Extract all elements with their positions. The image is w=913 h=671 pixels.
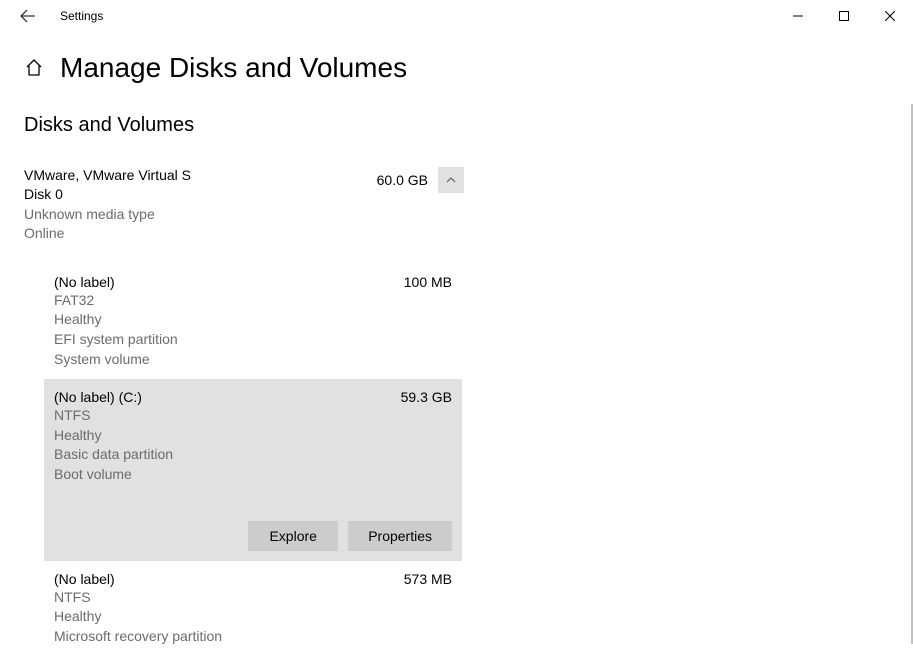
maximize-icon bbox=[839, 11, 849, 21]
volume-list: (No label) 100 MB FAT32 Healthy EFI syst… bbox=[24, 264, 464, 657]
volume-item[interactable]: (No label) (C:) 59.3 GB NTFS Healthy Bas… bbox=[44, 379, 462, 560]
volume-actions: Explore Properties bbox=[54, 521, 452, 551]
page-content: Manage Disks and Volumes Disks and Volum… bbox=[0, 32, 910, 671]
window-title: Settings bbox=[60, 9, 103, 23]
volume-meta: NTFS Healthy Microsoft recovery partitio… bbox=[54, 588, 452, 647]
volume-ptype: Microsoft recovery partition bbox=[54, 627, 452, 647]
back-button[interactable] bbox=[8, 0, 48, 32]
volume-name: (No label) bbox=[54, 274, 115, 290]
volume-meta: NTFS Healthy Basic data partition Boot v… bbox=[54, 406, 452, 484]
explore-button[interactable]: Explore bbox=[248, 521, 338, 551]
volume-fs: NTFS bbox=[54, 588, 452, 608]
disk-meta: Disk 0 Unknown media type Online bbox=[24, 185, 377, 244]
volume-size: 59.3 GB bbox=[401, 389, 452, 405]
volume-health: Healthy bbox=[54, 607, 452, 627]
maximize-button[interactable] bbox=[821, 0, 867, 32]
volume-ptype: EFI system partition bbox=[54, 330, 452, 350]
window-controls bbox=[775, 0, 913, 32]
minimize-icon bbox=[793, 11, 803, 21]
volume-size: 100 MB bbox=[404, 274, 452, 290]
collapse-button[interactable] bbox=[438, 167, 464, 193]
section-title: Disks and Volumes bbox=[24, 114, 886, 137]
volume-health: Healthy bbox=[54, 426, 452, 446]
titlebar: Settings bbox=[0, 0, 913, 32]
volume-fs: NTFS bbox=[54, 406, 452, 426]
volume-name: (No label) (C:) bbox=[54, 389, 142, 405]
volume-size: 573 MB bbox=[404, 571, 452, 587]
volume-name: (No label) bbox=[54, 571, 115, 587]
disk-block: VMware, VMware Virtual S Disk 0 Unknown … bbox=[24, 167, 464, 656]
volume-ptype: Basic data partition bbox=[54, 445, 452, 465]
disk-header[interactable]: VMware, VMware Virtual S Disk 0 Unknown … bbox=[24, 167, 464, 244]
disk-id: Disk 0 bbox=[24, 185, 377, 205]
volume-meta: FAT32 Healthy EFI system partition Syste… bbox=[54, 291, 452, 369]
disk-status: Online bbox=[24, 224, 377, 244]
volume-fs: FAT32 bbox=[54, 291, 452, 311]
home-button[interactable] bbox=[24, 58, 44, 78]
volume-voltype: Boot volume bbox=[54, 465, 452, 485]
close-icon bbox=[885, 11, 895, 21]
page-title: Manage Disks and Volumes bbox=[60, 52, 407, 84]
disk-size: 60.0 GB bbox=[377, 172, 428, 188]
close-button[interactable] bbox=[867, 0, 913, 32]
volume-item[interactable]: (No label) 573 MB NTFS Healthy Microsoft… bbox=[44, 561, 462, 657]
home-icon bbox=[24, 58, 44, 78]
volume-item[interactable]: (No label) 100 MB FAT32 Healthy EFI syst… bbox=[44, 264, 462, 379]
volume-health: Healthy bbox=[54, 310, 452, 330]
volume-voltype: System volume bbox=[54, 350, 452, 370]
chevron-up-icon bbox=[445, 174, 457, 186]
minimize-button[interactable] bbox=[775, 0, 821, 32]
arrow-left-icon bbox=[20, 8, 36, 24]
properties-button[interactable]: Properties bbox=[348, 521, 452, 551]
disk-media: Unknown media type bbox=[24, 205, 377, 225]
disk-name: VMware, VMware Virtual S bbox=[24, 167, 377, 183]
page-header: Manage Disks and Volumes bbox=[24, 52, 886, 84]
